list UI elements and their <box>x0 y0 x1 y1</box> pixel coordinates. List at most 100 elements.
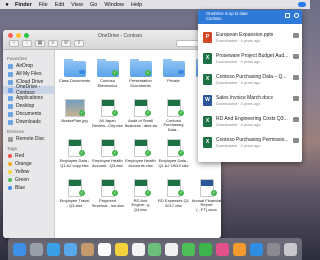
file-item[interactable]: ✓ Presentation Documents <box>124 55 157 92</box>
sidebar-item-label: All My Files <box>16 71 42 77</box>
menu-file[interactable]: File <box>39 2 48 8</box>
tag-dot-icon <box>8 162 12 166</box>
sidebar-item-downloads[interactable]: Downloads <box>3 118 54 126</box>
file-item-label: All Japan Review...City.xlsx <box>92 119 123 128</box>
sidebar-item-documents[interactable]: Documents <box>3 110 54 118</box>
close-button[interactable] <box>8 33 13 38</box>
onedrive-file-row[interactable]: P European Expansion.pptx Downloaded · 4 y… <box>198 27 302 48</box>
sidebar-item-airdrop[interactable]: AirDrop <box>3 62 54 70</box>
sidebar-tag-red[interactable]: Red <box>3 152 54 160</box>
sidebar-item-all-my-files[interactable]: All My Files <box>3 70 54 78</box>
sidebar-item-label: Red <box>15 153 25 159</box>
sync-check-icon: ✓ <box>79 110 85 116</box>
sidebar-item-desktop[interactable]: Desktop <box>3 102 54 110</box>
menu-app[interactable]: Finder <box>15 2 32 8</box>
calendar-icon[interactable] <box>97 242 111 256</box>
onedrive-file-row[interactable]: X Contoso Purchasing Permissio... Download… <box>198 132 302 153</box>
file-item[interactable]: ✓ Employee Travel - Q3.xlsx <box>58 175 91 212</box>
file-item[interactable]: ✓ Annual Financial Report (...FT).docx <box>190 175 221 212</box>
cloud-status-icon <box>79 70 85 74</box>
open-folder-icon[interactable] <box>293 138 299 143</box>
onedrive-header: OneDrive is up to date Contoso <box>198 10 302 24</box>
office-file-icon: X <box>203 53 212 64</box>
file-item[interactable]: ✓ RD And Engine...g Q4.xlsx <box>124 175 157 212</box>
file-item-label: Contoso Electronics <box>97 79 118 88</box>
file-item[interactable]: ✓ Audit of Small Business...ales.xlsx <box>124 95 157 132</box>
mail-icon[interactable] <box>63 242 77 256</box>
file-item[interactable]: ✓ Employee Health Account...Q3.xlsx <box>91 135 124 172</box>
file-item[interactable]: ✓ Employee Data - Q1.AJ ONLY.xlsx <box>157 135 190 172</box>
file-item[interactable]: ✓ Contoso Purchasing Data... <box>157 95 190 132</box>
file-item[interactable]: Class Documents <box>58 55 91 92</box>
open-folder-icon[interactable] <box>293 117 299 122</box>
onedrive-file-name: Proseware Project Budget Aud... <box>216 53 289 59</box>
menu-window[interactable]: Window <box>104 2 124 8</box>
photos-icon[interactable] <box>165 242 179 256</box>
forward-button[interactable]: › <box>22 40 32 47</box>
file-item[interactable]: ✓ Projected Revenue...ion.xlsx <box>91 175 124 212</box>
view-list-button[interactable]: ≡ <box>48 40 58 47</box>
notes-icon[interactable] <box>114 242 128 256</box>
open-folder-icon[interactable] <box>285 13 290 18</box>
minimize-button[interactable] <box>16 33 21 38</box>
file-item-label: RD And Engine...g Q4.xlsx <box>131 198 150 212</box>
open-folder-icon[interactable] <box>293 75 299 80</box>
sidebar-tag-blue[interactable]: Blue <box>3 184 54 192</box>
sidebar-tag-green[interactable]: Green <box>3 176 54 184</box>
zoom-button[interactable] <box>24 33 29 38</box>
menu-go[interactable]: Go <box>90 2 97 8</box>
file-item-label: Audit of Small Business...ales.xlsx <box>124 119 157 128</box>
file-item[interactable]: ✓ Employee Health Accounts.xlsx <box>124 135 157 172</box>
file-grid-area: Class Documents ✓ Contoso Electronics ✓ Pres… <box>55 50 221 238</box>
file-item[interactable]: ✓ BrakerPlan.jpg <box>58 95 91 132</box>
file-item-label: RD Expenses Q1 2017.xlsx <box>158 199 189 208</box>
file-item[interactable]: ✓ Contoso Electronics <box>91 55 124 92</box>
open-folder-icon[interactable] <box>293 54 299 59</box>
file-item-label: Private <box>167 79 180 83</box>
onedrive-cloud-icon[interactable] <box>298 2 306 7</box>
launchpad-icon[interactable] <box>29 242 43 256</box>
onedrive-file-status: Downloaded · 4 years ago <box>216 60 261 64</box>
facetime-icon[interactable] <box>199 242 213 256</box>
open-folder-icon[interactable] <box>293 33 299 38</box>
onedrive-file-row[interactable]: X Contoso Purchasing Data – Q... Downloade… <box>198 69 302 90</box>
desktop-icon <box>8 103 13 109</box>
system-preferences-icon[interactable] <box>267 242 281 256</box>
ibooks-icon[interactable] <box>233 242 247 256</box>
itunes-icon[interactable] <box>216 242 230 256</box>
maps-icon[interactable] <box>148 242 162 256</box>
onedrive-file-row[interactable]: X Proseware Project Budget Aud... Download… <box>198 48 302 69</box>
sidebar-tag-orange[interactable]: Orange <box>3 160 54 168</box>
sidebar-tag-yellow[interactable]: Yellow <box>3 168 54 176</box>
menu-edit[interactable]: Edit <box>55 2 64 8</box>
file-item[interactable]: ✓ All Japan Review...City.xlsx <box>91 95 124 132</box>
cloud-icon <box>8 79 13 85</box>
menu-help[interactable]: Help <box>131 2 142 8</box>
messages-icon[interactable] <box>182 242 196 256</box>
safari-icon[interactable] <box>46 242 60 256</box>
file-item[interactable]: Private <box>157 55 190 92</box>
view-icons-button[interactable]: ▦ <box>35 40 45 47</box>
sidebar-item-label: Green <box>15 177 29 183</box>
contacts-icon[interactable] <box>80 242 94 256</box>
office-file-icon: X <box>203 116 212 127</box>
sidebar-item-remote-disc[interactable]: Remote Disc <box>3 135 54 143</box>
onedrive-file-row[interactable]: X RD And Engineering Costs Q3... Downloade… <box>198 111 302 132</box>
share-button[interactable]: ⇧ <box>74 40 84 47</box>
folder-icon <box>63 59 86 77</box>
file-item[interactable]: ✓ RD Expenses Q1 2017.xlsx <box>157 175 190 212</box>
back-button[interactable]: ‹ <box>9 40 19 47</box>
trash-icon[interactable] <box>283 242 297 256</box>
menu-view[interactable]: View <box>71 2 83 8</box>
gear-icon[interactable] <box>294 13 299 18</box>
reminders-icon[interactable] <box>131 242 145 256</box>
open-folder-icon[interactable] <box>293 96 299 101</box>
onedrive-file-row[interactable]: W Sales Invoice March.docx Downloaded · 4 … <box>198 90 302 111</box>
sync-check-icon: ✓ <box>145 150 151 156</box>
app-store-icon[interactable] <box>250 242 264 256</box>
apple-icon[interactable]: ● <box>4 2 10 8</box>
file-item[interactable]: ✓ Employee Data - Q1.AJ copy.xlsx <box>58 135 91 172</box>
action-button[interactable]: ⚙ <box>61 40 71 47</box>
sidebar-item-onedrive[interactable]: OneDrive - Contoso <box>3 84 54 96</box>
finder-icon[interactable] <box>12 242 26 256</box>
